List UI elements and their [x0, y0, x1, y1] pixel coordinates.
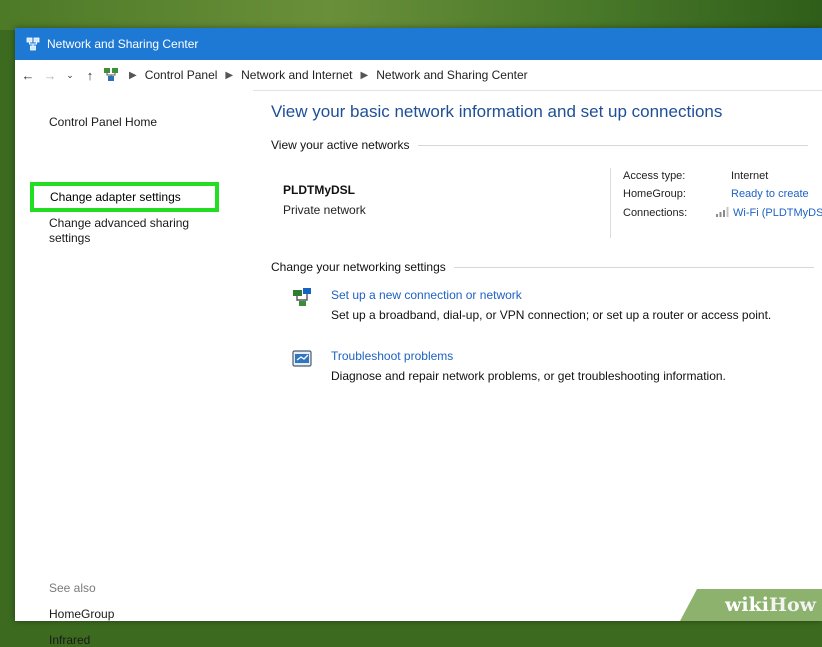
desktop-backdrop — [0, 0, 822, 30]
change-adapter-settings-link[interactable]: Change adapter settings — [30, 182, 219, 212]
homegroup-ready-link[interactable]: Ready to create — [731, 188, 809, 200]
breadcrumb-network-sharing[interactable]: Network and Sharing Center — [376, 68, 527, 82]
see-also-heading: See also — [49, 581, 96, 595]
watermark-wiki: wiki — [725, 594, 770, 616]
network-icon — [26, 37, 40, 51]
title-bar: Network and Sharing Center — [15, 28, 822, 60]
troubleshoot-problems-link[interactable]: Troubleshoot problems — [331, 349, 453, 363]
breadcrumb-separator-icon: ▶ — [129, 69, 137, 81]
section-divider — [417, 144, 808, 146]
breadcrumb-control-panel[interactable]: Control Panel — [145, 68, 218, 82]
homegroup-link[interactable]: HomeGroup — [49, 607, 114, 621]
change-advanced-sharing-link-line1[interactable]: Change advanced sharing — [49, 216, 189, 230]
troubleshoot-problems-description: Diagnose and repair network problems, or… — [331, 369, 726, 383]
signal-bars-icon — [716, 207, 729, 217]
network-type: Private network — [283, 203, 366, 217]
setup-new-connection-description: Set up a broadband, dial-up, or VPN conn… — [331, 308, 772, 322]
network-sharing-window: Network and Sharing Center ← → ⌄ ↑ ▶ Con… — [15, 28, 822, 647]
window-title: Network and Sharing Center — [47, 37, 199, 51]
wifi-connection-label: Wi-Fi (PLDTMyDSL) — [733, 207, 822, 219]
left-pane: Control Panel Home Change adapter settin… — [15, 90, 253, 647]
breadcrumb-network-internet[interactable]: Network and Internet — [241, 68, 352, 82]
recent-locations-chevron-icon[interactable]: ⌄ — [63, 70, 77, 81]
active-networks-label: View your active networks — [271, 138, 410, 152]
infrared-link[interactable]: Infrared — [49, 633, 90, 647]
watermark-how: How — [769, 594, 816, 616]
change-settings-label: Change your networking settings — [271, 260, 446, 274]
forward-arrow-icon[interactable]: → — [41, 68, 59, 83]
access-type-value: Internet — [731, 170, 769, 182]
network-info-divider — [610, 168, 611, 238]
troubleshoot-icon[interactable] — [291, 348, 313, 370]
back-arrow-icon[interactable]: ← — [19, 68, 37, 83]
change-settings-heading: Change your networking settings — [271, 260, 814, 274]
section-divider — [453, 266, 814, 268]
wikihow-watermark: wiki How — [680, 589, 822, 621]
page-title: View your basic network information and … — [271, 102, 723, 121]
wifi-connection-link[interactable]: Wi-Fi (PLDTMyDSL) — [715, 207, 822, 219]
homegroup-label: HomeGroup: — [623, 188, 686, 200]
control-panel-home-link[interactable]: Control Panel Home — [49, 115, 157, 129]
breadcrumb-separator-icon: ▶ — [360, 69, 369, 81]
active-networks-heading: View your active networks — [271, 138, 808, 152]
access-type-label: Access type: — [623, 170, 686, 182]
setup-new-connection-link[interactable]: Set up a new connection or network — [331, 288, 522, 302]
up-arrow-icon[interactable]: ↑ — [81, 68, 99, 83]
connections-label: Connections: — [623, 207, 688, 219]
breadcrumb-separator-icon: ▶ — [225, 69, 234, 81]
network-name: PLDTMyDSL — [283, 183, 355, 197]
new-connection-icon[interactable] — [291, 286, 313, 308]
address-bar[interactable]: ← → ⌄ ↑ ▶ Control Panel ▶ Network and In… — [15, 60, 822, 91]
change-advanced-sharing-link-line2[interactable]: settings — [49, 231, 90, 245]
control-panel-icon — [104, 68, 118, 81]
main-pane: View your basic network information and … — [253, 90, 822, 621]
